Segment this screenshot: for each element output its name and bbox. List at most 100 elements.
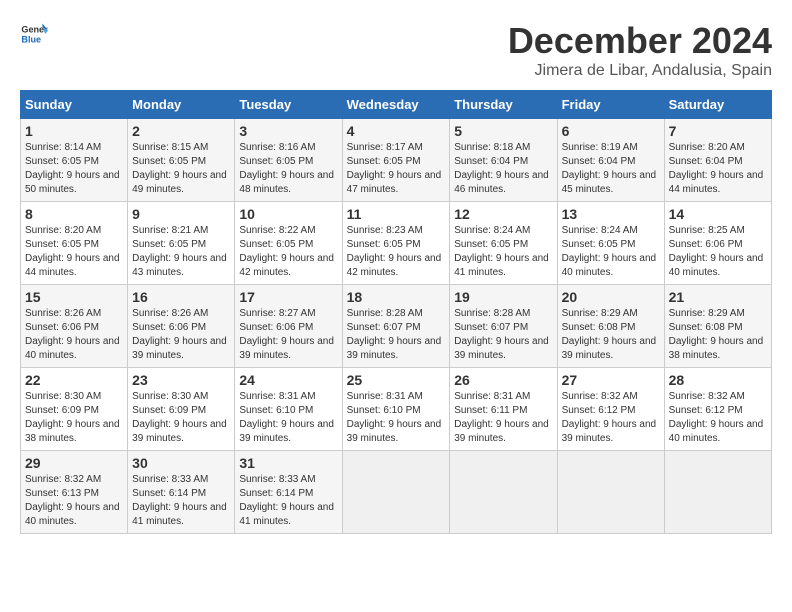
day-info: Sunrise: 8:31 AMSunset: 6:10 PMDaylight:… [347,391,442,444]
day-info: Sunrise: 8:31 AMSunset: 6:11 PMDaylight:… [454,391,549,444]
weekday-header-sunday: Sunday [21,91,128,119]
calendar-cell: 30 Sunrise: 8:33 AMSunset: 6:14 PMDaylig… [128,451,235,534]
day-number: 23 [132,372,230,388]
day-info: Sunrise: 8:31 AMSunset: 6:10 PMDaylight:… [239,391,334,444]
day-number: 6 [562,123,660,139]
day-info: Sunrise: 8:32 AMSunset: 6:12 PMDaylight:… [562,391,657,444]
calendar-cell: 25 Sunrise: 8:31 AMSunset: 6:10 PMDaylig… [342,368,450,451]
calendar-cell: 20 Sunrise: 8:29 AMSunset: 6:08 PMDaylig… [557,285,664,368]
day-number: 1 [25,123,123,139]
day-info: Sunrise: 8:32 AMSunset: 6:12 PMDaylight:… [669,391,764,444]
day-info: Sunrise: 8:20 AMSunset: 6:04 PMDaylight:… [669,142,764,195]
location-title: Jimera de Libar, Andalusia, Spain [508,62,772,80]
calendar-cell [664,451,771,534]
month-title: December 2024 [508,20,772,62]
day-number: 20 [562,289,660,305]
calendar-cell: 4 Sunrise: 8:17 AMSunset: 6:05 PMDayligh… [342,119,450,202]
calendar-cell: 21 Sunrise: 8:29 AMSunset: 6:08 PMDaylig… [664,285,771,368]
calendar-cell: 16 Sunrise: 8:26 AMSunset: 6:06 PMDaylig… [128,285,235,368]
calendar-cell: 6 Sunrise: 8:19 AMSunset: 6:04 PMDayligh… [557,119,664,202]
calendar-cell [557,451,664,534]
calendar-cell: 8 Sunrise: 8:20 AMSunset: 6:05 PMDayligh… [21,202,128,285]
logo-icon: General Blue [20,20,48,48]
calendar-cell: 24 Sunrise: 8:31 AMSunset: 6:10 PMDaylig… [235,368,342,451]
day-number: 15 [25,289,123,305]
day-info: Sunrise: 8:26 AMSunset: 6:06 PMDaylight:… [132,308,227,361]
day-number: 9 [132,206,230,222]
calendar-week-row: 8 Sunrise: 8:20 AMSunset: 6:05 PMDayligh… [21,202,772,285]
calendar-cell [450,451,557,534]
day-info: Sunrise: 8:29 AMSunset: 6:08 PMDaylight:… [669,308,764,361]
day-number: 21 [669,289,767,305]
calendar-week-row: 29 Sunrise: 8:32 AMSunset: 6:13 PMDaylig… [21,451,772,534]
day-number: 5 [454,123,552,139]
day-number: 10 [239,206,337,222]
calendar-week-row: 22 Sunrise: 8:30 AMSunset: 6:09 PMDaylig… [21,368,772,451]
calendar-cell: 1 Sunrise: 8:14 AMSunset: 6:05 PMDayligh… [21,119,128,202]
calendar-cell: 7 Sunrise: 8:20 AMSunset: 6:04 PMDayligh… [664,119,771,202]
calendar-cell: 10 Sunrise: 8:22 AMSunset: 6:05 PMDaylig… [235,202,342,285]
day-number: 30 [132,455,230,471]
day-number: 26 [454,372,552,388]
day-number: 2 [132,123,230,139]
day-number: 7 [669,123,767,139]
calendar-cell: 29 Sunrise: 8:32 AMSunset: 6:13 PMDaylig… [21,451,128,534]
day-number: 24 [239,372,337,388]
calendar-cell: 9 Sunrise: 8:21 AMSunset: 6:05 PMDayligh… [128,202,235,285]
calendar-cell: 22 Sunrise: 8:30 AMSunset: 6:09 PMDaylig… [21,368,128,451]
calendar-cell: 11 Sunrise: 8:23 AMSunset: 6:05 PMDaylig… [342,202,450,285]
day-info: Sunrise: 8:28 AMSunset: 6:07 PMDaylight:… [347,308,442,361]
day-number: 28 [669,372,767,388]
calendar-cell: 3 Sunrise: 8:16 AMSunset: 6:05 PMDayligh… [235,119,342,202]
day-info: Sunrise: 8:18 AMSunset: 6:04 PMDaylight:… [454,142,549,195]
day-info: Sunrise: 8:29 AMSunset: 6:08 PMDaylight:… [562,308,657,361]
calendar-cell [342,451,450,534]
logo: General Blue [20,20,48,48]
calendar-cell: 23 Sunrise: 8:30 AMSunset: 6:09 PMDaylig… [128,368,235,451]
weekday-header-monday: Monday [128,91,235,119]
weekday-header-thursday: Thursday [450,91,557,119]
day-number: 16 [132,289,230,305]
day-info: Sunrise: 8:24 AMSunset: 6:05 PMDaylight:… [562,225,657,278]
page-header: General Blue December 2024 Jimera de Lib… [20,20,772,80]
day-number: 17 [239,289,337,305]
day-info: Sunrise: 8:17 AMSunset: 6:05 PMDaylight:… [347,142,442,195]
day-number: 14 [669,206,767,222]
day-info: Sunrise: 8:24 AMSunset: 6:05 PMDaylight:… [454,225,549,278]
day-info: Sunrise: 8:28 AMSunset: 6:07 PMDaylight:… [454,308,549,361]
day-info: Sunrise: 8:21 AMSunset: 6:05 PMDaylight:… [132,225,227,278]
day-number: 11 [347,206,446,222]
day-number: 19 [454,289,552,305]
calendar-cell: 12 Sunrise: 8:24 AMSunset: 6:05 PMDaylig… [450,202,557,285]
day-info: Sunrise: 8:20 AMSunset: 6:05 PMDaylight:… [25,225,120,278]
day-number: 12 [454,206,552,222]
weekday-header-friday: Friday [557,91,664,119]
calendar-cell: 14 Sunrise: 8:25 AMSunset: 6:06 PMDaylig… [664,202,771,285]
calendar-cell: 2 Sunrise: 8:15 AMSunset: 6:05 PMDayligh… [128,119,235,202]
day-number: 29 [25,455,123,471]
weekday-header-row: SundayMondayTuesdayWednesdayThursdayFrid… [21,91,772,119]
day-info: Sunrise: 8:19 AMSunset: 6:04 PMDaylight:… [562,142,657,195]
day-number: 18 [347,289,446,305]
calendar-cell: 13 Sunrise: 8:24 AMSunset: 6:05 PMDaylig… [557,202,664,285]
weekday-header-tuesday: Tuesday [235,91,342,119]
svg-text:Blue: Blue [21,34,41,44]
calendar-week-row: 15 Sunrise: 8:26 AMSunset: 6:06 PMDaylig… [21,285,772,368]
day-info: Sunrise: 8:33 AMSunset: 6:14 PMDaylight:… [239,474,334,527]
day-info: Sunrise: 8:16 AMSunset: 6:05 PMDaylight:… [239,142,334,195]
calendar-cell: 28 Sunrise: 8:32 AMSunset: 6:12 PMDaylig… [664,368,771,451]
calendar-cell: 27 Sunrise: 8:32 AMSunset: 6:12 PMDaylig… [557,368,664,451]
day-number: 22 [25,372,123,388]
title-area: December 2024 Jimera de Libar, Andalusia… [508,20,772,80]
calendar-week-row: 1 Sunrise: 8:14 AMSunset: 6:05 PMDayligh… [21,119,772,202]
calendar-cell: 26 Sunrise: 8:31 AMSunset: 6:11 PMDaylig… [450,368,557,451]
weekday-header-wednesday: Wednesday [342,91,450,119]
day-number: 3 [239,123,337,139]
weekday-header-saturday: Saturday [664,91,771,119]
day-number: 27 [562,372,660,388]
day-info: Sunrise: 8:30 AMSunset: 6:09 PMDaylight:… [132,391,227,444]
day-number: 25 [347,372,446,388]
day-info: Sunrise: 8:27 AMSunset: 6:06 PMDaylight:… [239,308,334,361]
day-number: 4 [347,123,446,139]
calendar-cell: 18 Sunrise: 8:28 AMSunset: 6:07 PMDaylig… [342,285,450,368]
